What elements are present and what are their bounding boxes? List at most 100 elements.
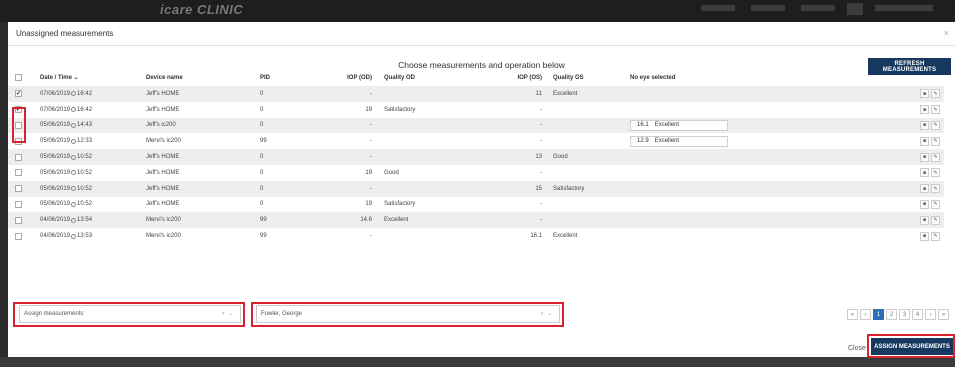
cell-iop-os: -	[540, 217, 542, 224]
row-checkbox[interactable]	[15, 216, 22, 224]
row-actions: ■ ✎	[920, 228, 940, 244]
table-row[interactable]: 05/06/2019 10:52 Jeff's HOME 0 - 15 Sati…	[8, 180, 944, 197]
cell-iop-od: -	[370, 233, 372, 240]
page-nav-button[interactable]: «	[847, 309, 858, 320]
row-checkbox[interactable]	[15, 137, 22, 145]
no-eye-value: 16.1	[637, 122, 649, 129]
pencil-icon[interactable]: ✎	[931, 168, 940, 178]
row-actions: ■ ✎	[920, 133, 940, 149]
pencil-icon[interactable]: ✎	[931, 215, 940, 225]
table-row[interactable]: ✔ 07/06/2019 16:42 Jeff's HOME 0 - 11 Ex…	[8, 86, 944, 102]
cell-date-time: 07/06/2019 16:42	[40, 102, 92, 118]
select-all-checkbox[interactable]	[15, 74, 22, 81]
table-row[interactable]: 04/06/2019 13:53 Mervi's ic200 99 - 16.1…	[8, 228, 944, 244]
trash-icon[interactable]: ■	[920, 231, 929, 241]
assign-operation-select[interactable]: Assign measurements × ⌄	[19, 305, 241, 323]
patient-select-value: Fowler, George	[261, 311, 303, 317]
row-checkbox[interactable]	[15, 185, 22, 193]
cell-quality-od: Excellent	[384, 217, 409, 224]
table-row[interactable]: 05/06/2019 10:52 Jeff's HOME 0 19 Good -…	[8, 165, 944, 181]
page-button-1[interactable]: 1	[873, 309, 884, 320]
cell-date-time: 05/06/2019 10:52	[40, 165, 92, 181]
pencil-icon[interactable]: ✎	[931, 89, 940, 99]
row-checkbox[interactable]: ✔	[15, 90, 22, 98]
page-button-4[interactable]: 4	[912, 309, 923, 320]
pencil-icon[interactable]: ✎	[931, 199, 940, 209]
cell-date: 05/06/2019	[40, 122, 71, 129]
pencil-icon[interactable]: ✎	[931, 105, 940, 115]
cell-date: 05/06/2019	[40, 169, 71, 176]
pencil-icon[interactable]: ✎	[931, 231, 940, 241]
row-checkbox[interactable]	[15, 153, 22, 161]
header-iop-od: IOP (OD)	[347, 74, 372, 81]
cell-iop-od: -	[370, 138, 372, 145]
cell-iop-od: 19	[365, 201, 372, 208]
cell-time: 10:52	[77, 185, 93, 192]
pencil-icon[interactable]: ✎	[931, 152, 940, 162]
row-checkbox[interactable]: ✔	[15, 106, 22, 114]
backdrop-user-menu	[875, 5, 933, 11]
select-arrows-icon: × ⌄	[221, 311, 234, 317]
table-row[interactable]: ✔ 07/06/2019 16:42 Jeff's HOME 0 19 Sati…	[8, 102, 944, 118]
trash-icon[interactable]: ■	[920, 120, 929, 130]
page-button-2[interactable]: 2	[886, 309, 897, 320]
clock-icon	[71, 170, 77, 176]
cell-device: Jeff's HOME	[146, 90, 180, 97]
assign-measurements-button[interactable]: ASSIGN MEASUREMENTS	[871, 338, 953, 355]
pencil-icon[interactable]: ✎	[931, 184, 940, 194]
table-row[interactable]: 04/06/2019 13:54 Mervi's ic200 99 14.6 E…	[8, 212, 944, 229]
table-row[interactable]: 05/06/2019 14:43 Jeff's ic200 0 - - 16.1…	[8, 117, 944, 134]
trash-icon[interactable]: ■	[920, 184, 929, 194]
trash-icon[interactable]: ■	[920, 152, 929, 162]
close-icon[interactable]: ×	[944, 28, 949, 38]
patient-select[interactable]: Fowler, George × ⌄	[256, 305, 560, 323]
no-eye-field[interactable]: 16.1 Excellent	[630, 119, 728, 131]
trash-icon[interactable]: ■	[920, 136, 929, 146]
cell-pid: 99	[260, 217, 267, 224]
cell-date: 05/06/2019	[40, 201, 71, 208]
table-header-row: Date / Time ⌄ Device name PID IOP (OD) Q…	[8, 69, 944, 86]
header-pid: PID	[260, 74, 271, 81]
cell-device: Mervi's ic200	[146, 217, 181, 224]
clock-icon	[71, 91, 77, 97]
cell-time: 13:53	[77, 233, 93, 240]
table-row[interactable]: 05/06/2019 10:52 Jeff's HOME 0 19 Satisf…	[8, 197, 944, 213]
header-date[interactable]: Date / Time ⌄	[40, 69, 79, 86]
row-checkbox[interactable]	[15, 232, 22, 240]
trash-icon[interactable]: ■	[920, 168, 929, 178]
cell-pid: 0	[260, 122, 264, 129]
row-checkbox[interactable]	[15, 169, 22, 177]
no-eye-field[interactable]: 12.9 Excellent	[630, 135, 728, 147]
cell-date-time: 05/06/2019 10:52	[40, 181, 92, 197]
trash-icon[interactable]: ■	[920, 215, 929, 225]
table-row[interactable]: 05/06/2019 12:33 Mervi's ic200 99 - - 12…	[8, 133, 944, 149]
cell-pid: 0	[260, 154, 264, 161]
page-nav-button[interactable]: »	[938, 309, 949, 320]
clock-icon	[71, 233, 77, 239]
trash-icon[interactable]: ■	[920, 105, 929, 115]
page-nav-button[interactable]: ›	[925, 309, 936, 320]
close-button[interactable]: Close	[848, 345, 866, 352]
table-row[interactable]: 05/06/2019 10:52 Jeff's HOME 0 - 13 Good…	[8, 149, 944, 165]
cell-quality-od: Satisfactory	[384, 201, 416, 208]
pencil-icon[interactable]: ✎	[931, 136, 940, 146]
page-nav-button[interactable]: ‹	[860, 309, 871, 320]
modal-title: Unassigned measurements	[16, 29, 114, 38]
no-eye-quality: Excellent	[654, 138, 680, 145]
cell-date: 07/06/2019	[40, 106, 71, 113]
pencil-icon[interactable]: ✎	[931, 120, 940, 130]
cell-no-eye: 12.9 Excellent	[630, 133, 728, 149]
page-button-3[interactable]: 3	[899, 309, 910, 320]
trash-icon[interactable]: ■	[920, 199, 929, 209]
table-body: ✔ 07/06/2019 16:42 Jeff's HOME 0 - 11 Ex…	[8, 86, 944, 244]
row-checkbox[interactable]	[15, 121, 22, 129]
cell-date: 04/06/2019	[40, 217, 71, 224]
clock-icon	[71, 154, 77, 160]
cell-pid: 0	[260, 201, 264, 208]
row-checkbox[interactable]	[15, 200, 22, 208]
cell-time: 10:52	[77, 169, 93, 176]
measurements-table: Date / Time ⌄ Device name PID IOP (OD) Q…	[8, 69, 944, 244]
cell-iop-od: 14.6	[360, 217, 372, 224]
trash-icon[interactable]: ■	[920, 89, 929, 99]
row-actions: ■ ✎	[920, 165, 940, 181]
